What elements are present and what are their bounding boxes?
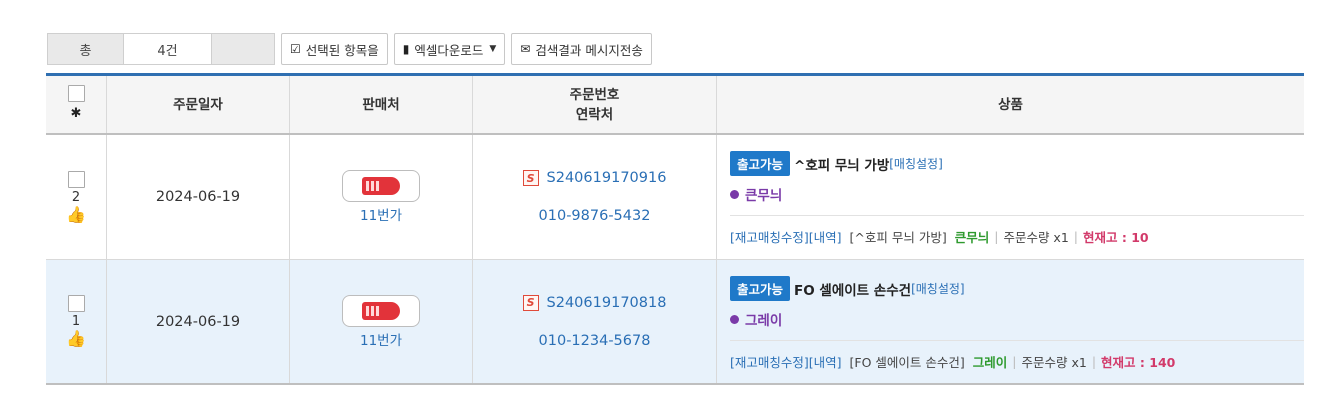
thumbs-up-icon[interactable]: 👍	[66, 330, 86, 348]
seller-logo	[342, 294, 420, 327]
order-date: 2024-06-19	[155, 189, 241, 205]
header-contact: 연락처	[575, 106, 614, 123]
row-select-cell: 1 👍	[46, 260, 107, 383]
seller-cell: 11번가	[290, 135, 473, 259]
send-message-button[interactable]: ✉ 검색결과 메시지전송	[511, 33, 652, 65]
table-row: 1 👍 2024-06-19 11번가 S S240619170818 010-…	[46, 260, 1304, 385]
seller-name: 11번가	[359, 208, 403, 224]
product-option: 큰무늬	[745, 188, 783, 204]
s-badge-icon: S	[522, 294, 539, 311]
order-date-cell: 2024-06-19	[107, 135, 290, 259]
stock-info-line: [재고매칭수정] [내역] [^호피 무늬 가방] 큰무늬 | 주문수량 x1 …	[730, 215, 1304, 246]
header-order-no: 주문번호	[569, 86, 620, 103]
history-link[interactable]: [내역]	[809, 227, 842, 246]
total-label: 총	[48, 34, 124, 64]
order-quantity: 주문수량 x1	[1021, 355, 1087, 370]
current-stock: 현재고 : 140	[1101, 355, 1176, 370]
option-dot-icon	[730, 189, 739, 199]
header-date[interactable]: 주문일자	[107, 76, 290, 133]
excel-download-button[interactable]: ▮ 엑셀다운로드 ▼	[393, 33, 506, 65]
seller-cell: 11번가	[290, 260, 473, 383]
total-blank-cell	[212, 34, 274, 64]
total-count-box: 총 4건	[47, 33, 275, 65]
stock-product-name: [^호피 무늬 가방]	[849, 230, 947, 245]
gear-icon[interactable]: ✱	[71, 104, 82, 124]
matching-setting-link[interactable]: [매칭설정]	[889, 155, 943, 172]
option-dot-icon	[730, 314, 739, 324]
order-cell: S S240619170916 010-9876-5432	[473, 135, 717, 259]
stock-product-name: [FO 셀에이트 손수건]	[849, 355, 965, 370]
row-select-cell: 2 👍	[46, 135, 107, 259]
order-date-cell: 2024-06-19	[107, 260, 290, 383]
seller-name: 11번가	[359, 332, 403, 349]
order-number: S240619170818	[546, 294, 667, 311]
selected-items-label: 선택된 항목을	[305, 42, 379, 58]
envelope-icon: ✉	[520, 42, 531, 56]
caret-down-icon: ▼	[489, 44, 497, 54]
product-option: 그레이	[745, 313, 783, 329]
table-header: ✱ 주문일자 판매처 주문번호 연락처 상품	[46, 76, 1304, 135]
select-all-checkbox[interactable]	[67, 85, 85, 102]
matching-setting-link[interactable]: [매칭설정]	[911, 280, 965, 297]
stock-info-line: [재고매칭수정] [내역] [FO 셀에이트 손수건] 그레이 | 주문수량 x…	[730, 340, 1304, 371]
selected-items-button[interactable]: ☑ 선택된 항목을	[281, 33, 388, 65]
header-seller[interactable]: 판매처	[290, 76, 473, 133]
header-product[interactable]: 상품	[717, 76, 1304, 133]
excel-download-label: 엑셀다운로드	[414, 42, 484, 58]
header-select: ✱	[46, 76, 107, 133]
contact-phone[interactable]: 010-9876-5432	[539, 208, 651, 224]
order-number-link[interactable]: S S240619170916	[522, 170, 667, 186]
table-row: 2 👍 2024-06-19 11번가 S S240619170916 010-…	[46, 135, 1304, 260]
header-order-contact[interactable]: 주문번호 연락처	[473, 76, 717, 133]
stock-matching-edit-link[interactable]: [재고매칭수정]	[730, 227, 809, 246]
status-badge: 출고가능	[730, 276, 791, 301]
contact-phone[interactable]: 010-1234-5678	[539, 333, 651, 349]
order-date: 2024-06-19	[155, 313, 241, 330]
row-checkbox[interactable]	[67, 295, 85, 312]
product-name: FO 셀에이트 손수건	[794, 282, 912, 299]
check-square-icon: ☑	[290, 42, 301, 56]
s-badge-icon: S	[522, 170, 539, 186]
row-index: 2	[71, 189, 81, 205]
file-icon: ▮	[402, 42, 410, 56]
seller-logo	[342, 170, 420, 202]
order-quantity: 주문수량 x1	[1003, 230, 1069, 245]
order-table: ✱ 주문일자 판매처 주문번호 연락처 상품 2 👍 2024-06-19 11…	[46, 73, 1304, 385]
order-number-link[interactable]: S S240619170818	[522, 294, 667, 311]
toolbar: 총 4건 ☑ 선택된 항목을 ▮ 엑셀다운로드 ▼ ✉ 검색결과 메시지전송	[47, 33, 652, 65]
row-checkbox[interactable]	[67, 170, 85, 188]
row-index: 1	[71, 314, 81, 329]
history-link[interactable]: [내역]	[809, 352, 842, 371]
current-stock: 현재고 : 10	[1083, 230, 1149, 245]
status-badge: 출고가능	[730, 151, 791, 176]
stock-option: 그레이	[972, 355, 1008, 370]
thumbs-up-icon[interactable]: 👍	[66, 205, 86, 224]
total-value: 4건	[124, 34, 212, 64]
product-cell: 출고가능 FO 셀에이트 손수건 [매칭설정] 그레이 [재고매칭수정] [내역…	[717, 260, 1304, 383]
product-cell: 출고가능 ^호피 무늬 가방 [매칭설정] 큰무늬 [재고매칭수정] [내역] …	[717, 135, 1304, 259]
product-name: ^호피 무늬 가방	[794, 157, 890, 174]
send-message-label: 검색결과 메시지전송	[535, 42, 643, 58]
order-cell: S S240619170818 010-1234-5678	[473, 260, 717, 383]
order-number: S240619170916	[546, 170, 667, 186]
stock-option: 큰무늬	[954, 230, 990, 245]
stock-matching-edit-link[interactable]: [재고매칭수정]	[730, 352, 809, 371]
